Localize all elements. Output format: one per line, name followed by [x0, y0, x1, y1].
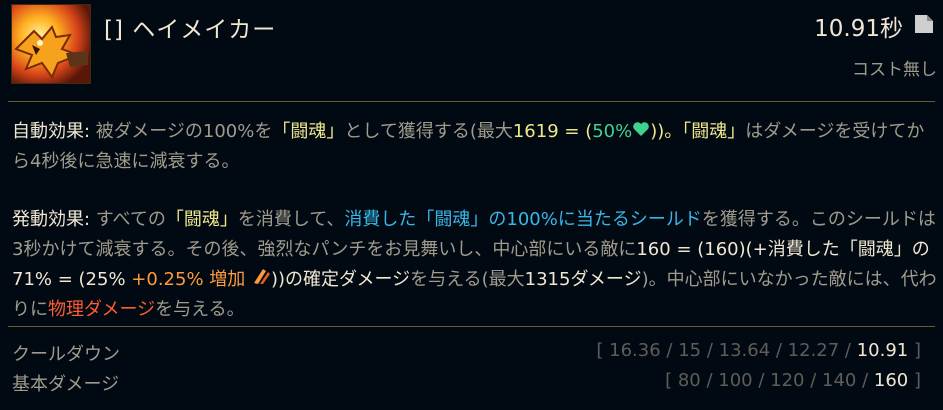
- passive-text-2: として獲得する(最大: [344, 121, 513, 142]
- stat-name: クールダウン: [12, 344, 120, 365]
- ability-tooltip: [] ヘイメイカー 10.91秒 コスト無し 自動効果: 被ダメージの100%を…: [0, 0, 943, 410]
- grit-keyword: 「闘魂」: [272, 121, 345, 142]
- health-heart-icon: [632, 117, 650, 147]
- stat-name: 基本ダメージ: [12, 374, 120, 395]
- stat-value: 120: [770, 370, 805, 391]
- stat-values: [ 80 / 100 / 120 / 140 / 160 ]: [665, 370, 921, 391]
- passive-paren-close: ))。: [650, 121, 683, 142]
- active-text-2: を消費して、: [237, 209, 345, 230]
- ability-name: [] ヘイメイカー: [104, 17, 277, 43]
- grit-keyword: 「闘魂」: [165, 209, 238, 230]
- cooldown-value: 10.91秒: [814, 16, 903, 42]
- passive-label: 自動効果: [12, 121, 84, 142]
- active-effect: 発動効果: すべての「闘魂」を消費して、消費した「闘魂」の100%に当たるシール…: [12, 205, 937, 325]
- stat-value: 16.36: [609, 340, 661, 361]
- tooltip-header: [] ヘイメイカー 10.91秒 コスト無し: [0, 0, 943, 96]
- passive-effect: 自動効果: 被ダメージの100%を「闘魂」として獲得する(最大1619 = (5…: [12, 117, 937, 177]
- max-damage: 1315ダメージ: [524, 269, 642, 290]
- attack-damage-claw-icon: [251, 265, 271, 295]
- cost-label: コスト無し: [852, 60, 937, 80]
- stat-row-cooldown: クールダウン [ 16.36 / 15 / 13.64 / 12.27 / 10…: [12, 340, 937, 365]
- stat-value: 15: [678, 340, 702, 361]
- stat-values: [ 16.36 / 15 / 13.64 / 12.27 / 10.91 ]: [596, 340, 921, 361]
- stat-value: 100: [718, 370, 753, 391]
- ability-description: 自動効果: 被ダメージの100%を「闘魂」として獲得する(最大1619 = (5…: [12, 117, 937, 325]
- passive-text-1: 被ダメージの100%を: [90, 121, 273, 142]
- stat-row-base-damage: 基本ダメージ [ 80 / 100 / 120 / 140 / 160 ]: [12, 370, 937, 395]
- health-ratio: 50%: [592, 121, 633, 142]
- active-label: 発動効果: [12, 209, 84, 230]
- stat-value-current: 10.91: [856, 340, 909, 361]
- stat-value-current: 160: [873, 370, 909, 391]
- stat-value: 13.64: [718, 340, 771, 361]
- shield-text: 消費した「闘魂」の100%に当たるシールド: [344, 209, 702, 230]
- physical-damage-text: 物理ダメージ: [48, 299, 156, 320]
- true-damage-text: ))の確定ダメージ: [271, 269, 411, 290]
- stat-value: 12.27: [787, 340, 840, 361]
- active-text-6: を与える。: [155, 299, 245, 320]
- stat-value: 80: [677, 370, 701, 391]
- passive-max-value: 1619 =: [512, 121, 586, 142]
- scaling-bonus: +0.25% 増加: [131, 269, 252, 290]
- stat-value: 140: [822, 370, 857, 391]
- divider-bottom: [8, 326, 935, 327]
- divider-top: [8, 101, 935, 102]
- grit-keyword: 「闘魂」: [682, 121, 746, 142]
- active-text-1: すべての: [90, 209, 166, 230]
- fiery-dragon-fist-icon: [11, 4, 91, 84]
- active-text-4: を与える(最大: [410, 269, 525, 290]
- page-corner-icon: [913, 13, 935, 35]
